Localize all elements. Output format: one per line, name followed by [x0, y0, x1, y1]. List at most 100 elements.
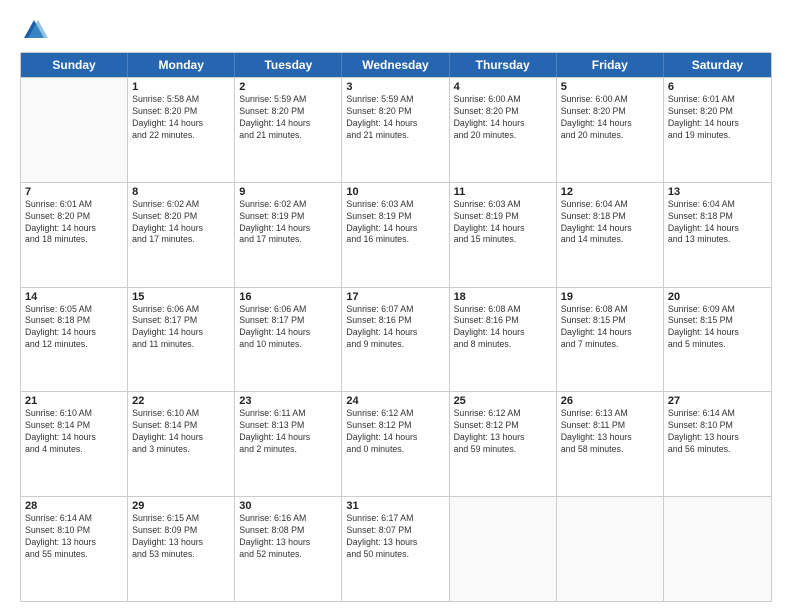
- cell-info: Sunrise: 6:04 AM Sunset: 8:18 PM Dayligh…: [668, 199, 767, 247]
- header-day-thursday: Thursday: [450, 53, 557, 77]
- calendar-body: 1Sunrise: 5:58 AM Sunset: 8:20 PM Daylig…: [21, 77, 771, 601]
- cal-cell: 6Sunrise: 6:01 AM Sunset: 8:20 PM Daylig…: [664, 78, 771, 182]
- cell-day-number: 19: [561, 291, 659, 303]
- cell-info: Sunrise: 6:10 AM Sunset: 8:14 PM Dayligh…: [132, 408, 230, 456]
- cal-cell: 16Sunrise: 6:06 AM Sunset: 8:17 PM Dayli…: [235, 288, 342, 392]
- calendar-row-3: 14Sunrise: 6:05 AM Sunset: 8:18 PM Dayli…: [21, 287, 771, 392]
- cal-cell: 9Sunrise: 6:02 AM Sunset: 8:19 PM Daylig…: [235, 183, 342, 287]
- calendar-row-2: 7Sunrise: 6:01 AM Sunset: 8:20 PM Daylig…: [21, 182, 771, 287]
- cal-cell: 17Sunrise: 6:07 AM Sunset: 8:16 PM Dayli…: [342, 288, 449, 392]
- header-day-wednesday: Wednesday: [342, 53, 449, 77]
- cal-cell: 24Sunrise: 6:12 AM Sunset: 8:12 PM Dayli…: [342, 392, 449, 496]
- cell-day-number: 21: [25, 395, 123, 407]
- cal-cell: [450, 497, 557, 601]
- cell-day-number: 25: [454, 395, 552, 407]
- cell-info: Sunrise: 6:08 AM Sunset: 8:16 PM Dayligh…: [454, 304, 552, 352]
- cell-info: Sunrise: 6:02 AM Sunset: 8:20 PM Dayligh…: [132, 199, 230, 247]
- calendar-row-4: 21Sunrise: 6:10 AM Sunset: 8:14 PM Dayli…: [21, 391, 771, 496]
- cell-day-number: 20: [668, 291, 767, 303]
- cal-cell: 14Sunrise: 6:05 AM Sunset: 8:18 PM Dayli…: [21, 288, 128, 392]
- cell-day-number: 15: [132, 291, 230, 303]
- cal-cell: 26Sunrise: 6:13 AM Sunset: 8:11 PM Dayli…: [557, 392, 664, 496]
- cell-day-number: 5: [561, 81, 659, 93]
- calendar-header: SundayMondayTuesdayWednesdayThursdayFrid…: [21, 53, 771, 77]
- cell-info: Sunrise: 6:08 AM Sunset: 8:15 PM Dayligh…: [561, 304, 659, 352]
- cell-info: Sunrise: 5:59 AM Sunset: 8:20 PM Dayligh…: [239, 94, 337, 142]
- cell-day-number: 8: [132, 186, 230, 198]
- cal-cell: 3Sunrise: 5:59 AM Sunset: 8:20 PM Daylig…: [342, 78, 449, 182]
- cell-info: Sunrise: 6:12 AM Sunset: 8:12 PM Dayligh…: [346, 408, 444, 456]
- cell-day-number: 24: [346, 395, 444, 407]
- cell-day-number: 29: [132, 500, 230, 512]
- header: [20, 16, 772, 44]
- cal-cell: 10Sunrise: 6:03 AM Sunset: 8:19 PM Dayli…: [342, 183, 449, 287]
- cell-info: Sunrise: 6:00 AM Sunset: 8:20 PM Dayligh…: [561, 94, 659, 142]
- cal-cell: 4Sunrise: 6:00 AM Sunset: 8:20 PM Daylig…: [450, 78, 557, 182]
- cell-info: Sunrise: 6:04 AM Sunset: 8:18 PM Dayligh…: [561, 199, 659, 247]
- cell-day-number: 26: [561, 395, 659, 407]
- cal-cell: 19Sunrise: 6:08 AM Sunset: 8:15 PM Dayli…: [557, 288, 664, 392]
- cell-day-number: 30: [239, 500, 337, 512]
- cell-info: Sunrise: 6:03 AM Sunset: 8:19 PM Dayligh…: [454, 199, 552, 247]
- cal-cell: [664, 497, 771, 601]
- cell-day-number: 2: [239, 81, 337, 93]
- cal-cell: 2Sunrise: 5:59 AM Sunset: 8:20 PM Daylig…: [235, 78, 342, 182]
- calendar: SundayMondayTuesdayWednesdayThursdayFrid…: [20, 52, 772, 602]
- cal-cell: 15Sunrise: 6:06 AM Sunset: 8:17 PM Dayli…: [128, 288, 235, 392]
- cell-info: Sunrise: 6:07 AM Sunset: 8:16 PM Dayligh…: [346, 304, 444, 352]
- cell-day-number: 11: [454, 186, 552, 198]
- cell-info: Sunrise: 6:03 AM Sunset: 8:19 PM Dayligh…: [346, 199, 444, 247]
- cal-cell: 23Sunrise: 6:11 AM Sunset: 8:13 PM Dayli…: [235, 392, 342, 496]
- calendar-row-5: 28Sunrise: 6:14 AM Sunset: 8:10 PM Dayli…: [21, 496, 771, 601]
- cell-day-number: 10: [346, 186, 444, 198]
- cell-day-number: 18: [454, 291, 552, 303]
- cell-info: Sunrise: 6:16 AM Sunset: 8:08 PM Dayligh…: [239, 513, 337, 561]
- cell-info: Sunrise: 6:15 AM Sunset: 8:09 PM Dayligh…: [132, 513, 230, 561]
- cal-cell: 5Sunrise: 6:00 AM Sunset: 8:20 PM Daylig…: [557, 78, 664, 182]
- page: SundayMondayTuesdayWednesdayThursdayFrid…: [0, 0, 792, 612]
- header-day-sunday: Sunday: [21, 53, 128, 77]
- cell-info: Sunrise: 6:02 AM Sunset: 8:19 PM Dayligh…: [239, 199, 337, 247]
- cell-info: Sunrise: 6:14 AM Sunset: 8:10 PM Dayligh…: [25, 513, 123, 561]
- cell-info: Sunrise: 6:06 AM Sunset: 8:17 PM Dayligh…: [132, 304, 230, 352]
- cell-day-number: 27: [668, 395, 767, 407]
- cal-cell: 25Sunrise: 6:12 AM Sunset: 8:12 PM Dayli…: [450, 392, 557, 496]
- cell-info: Sunrise: 5:58 AM Sunset: 8:20 PM Dayligh…: [132, 94, 230, 142]
- cell-info: Sunrise: 6:00 AM Sunset: 8:20 PM Dayligh…: [454, 94, 552, 142]
- cell-day-number: 4: [454, 81, 552, 93]
- cal-cell: 29Sunrise: 6:15 AM Sunset: 8:09 PM Dayli…: [128, 497, 235, 601]
- cal-cell: 1Sunrise: 5:58 AM Sunset: 8:20 PM Daylig…: [128, 78, 235, 182]
- cell-info: Sunrise: 6:06 AM Sunset: 8:17 PM Dayligh…: [239, 304, 337, 352]
- cell-info: Sunrise: 6:01 AM Sunset: 8:20 PM Dayligh…: [25, 199, 123, 247]
- logo-icon: [20, 16, 48, 44]
- cell-info: Sunrise: 6:10 AM Sunset: 8:14 PM Dayligh…: [25, 408, 123, 456]
- calendar-row-1: 1Sunrise: 5:58 AM Sunset: 8:20 PM Daylig…: [21, 77, 771, 182]
- cell-info: Sunrise: 6:13 AM Sunset: 8:11 PM Dayligh…: [561, 408, 659, 456]
- cal-cell: 20Sunrise: 6:09 AM Sunset: 8:15 PM Dayli…: [664, 288, 771, 392]
- cell-info: Sunrise: 6:01 AM Sunset: 8:20 PM Dayligh…: [668, 94, 767, 142]
- cell-info: Sunrise: 5:59 AM Sunset: 8:20 PM Dayligh…: [346, 94, 444, 142]
- cal-cell: 21Sunrise: 6:10 AM Sunset: 8:14 PM Dayli…: [21, 392, 128, 496]
- header-day-friday: Friday: [557, 53, 664, 77]
- cell-day-number: 17: [346, 291, 444, 303]
- cal-cell: 22Sunrise: 6:10 AM Sunset: 8:14 PM Dayli…: [128, 392, 235, 496]
- cell-day-number: 13: [668, 186, 767, 198]
- cal-cell: 28Sunrise: 6:14 AM Sunset: 8:10 PM Dayli…: [21, 497, 128, 601]
- cal-cell: 18Sunrise: 6:08 AM Sunset: 8:16 PM Dayli…: [450, 288, 557, 392]
- cell-day-number: 1: [132, 81, 230, 93]
- cal-cell: [21, 78, 128, 182]
- cal-cell: 13Sunrise: 6:04 AM Sunset: 8:18 PM Dayli…: [664, 183, 771, 287]
- cell-info: Sunrise: 6:11 AM Sunset: 8:13 PM Dayligh…: [239, 408, 337, 456]
- cell-day-number: 31: [346, 500, 444, 512]
- cal-cell: 30Sunrise: 6:16 AM Sunset: 8:08 PM Dayli…: [235, 497, 342, 601]
- header-day-monday: Monday: [128, 53, 235, 77]
- cell-day-number: 3: [346, 81, 444, 93]
- cell-day-number: 28: [25, 500, 123, 512]
- cal-cell: 31Sunrise: 6:17 AM Sunset: 8:07 PM Dayli…: [342, 497, 449, 601]
- cell-info: Sunrise: 6:14 AM Sunset: 8:10 PM Dayligh…: [668, 408, 767, 456]
- cell-day-number: 16: [239, 291, 337, 303]
- cell-info: Sunrise: 6:05 AM Sunset: 8:18 PM Dayligh…: [25, 304, 123, 352]
- cell-day-number: 22: [132, 395, 230, 407]
- cell-day-number: 7: [25, 186, 123, 198]
- cal-cell: [557, 497, 664, 601]
